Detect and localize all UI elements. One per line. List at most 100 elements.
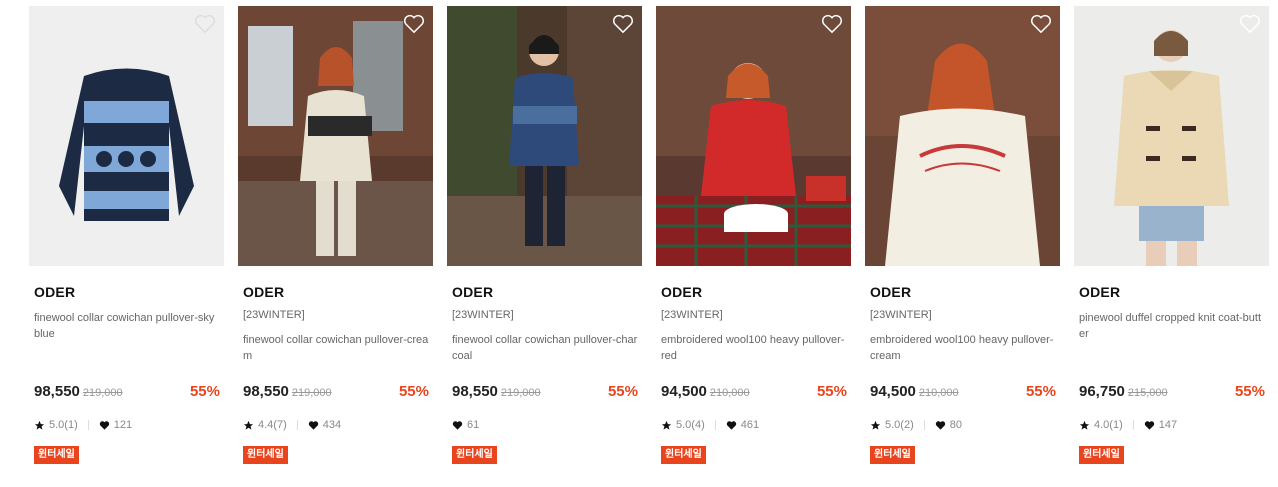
review-meta: 4.4(7) 434 <box>243 418 341 432</box>
product-image[interactable] <box>447 6 642 266</box>
meta-divider <box>87 420 89 430</box>
product-name[interactable]: finewool collar cowichan pullover-cream <box>243 332 429 364</box>
heart-filled-icon <box>452 420 463 430</box>
review-meta: 4.0(1) 147 <box>1079 418 1177 432</box>
review-meta: 61 <box>452 418 479 432</box>
product-name[interactable]: embroidered wool100 heavy pullover-cream <box>870 332 1056 364</box>
heart-filled-icon <box>726 420 736 430</box>
season-tag: [23WINTER] <box>243 309 305 321</box>
brand-name[interactable]: ODER <box>34 284 224 301</box>
sale-price: 98,550 <box>243 383 289 400</box>
star-icon <box>243 420 254 430</box>
product-card[interactable]: ODER [23WINTER] embroidered wool100 heav… <box>656 6 851 464</box>
heart-filled-icon <box>935 420 945 430</box>
discount-rate: 55% <box>816 383 847 400</box>
product-name[interactable]: embroidered wool100 heavy pullover-red <box>661 332 847 364</box>
star-icon <box>34 420 45 430</box>
sale-price: 94,500 <box>661 383 707 400</box>
rating-value: 5.0(2) <box>885 419 914 431</box>
sale-price: 98,550 <box>452 383 498 400</box>
product-photo <box>447 6 642 266</box>
heart-filled-icon <box>1144 420 1154 430</box>
meta-divider <box>923 420 925 430</box>
like-count: 434 <box>322 419 342 431</box>
sale-badge: 윈터세일 <box>34 446 79 464</box>
star-icon <box>1079 420 1090 430</box>
like-count: 461 <box>740 419 760 431</box>
discount-rate: 55% <box>189 383 220 400</box>
product-card[interactable]: ODER finewool collar cowichan pullover-s… <box>29 6 224 464</box>
wishlist-heart-icon[interactable] <box>1239 14 1261 34</box>
product-image[interactable] <box>29 6 224 266</box>
like-count: 80 <box>949 419 962 431</box>
product-image[interactable] <box>1074 6 1269 266</box>
meta-divider <box>714 420 716 430</box>
discount-rate: 55% <box>398 383 429 400</box>
sale-badge: 윈터세일 <box>1079 446 1124 464</box>
original-price: 219,000 <box>82 387 123 399</box>
product-photo <box>29 6 224 266</box>
product-name[interactable]: finewool collar cowichan pullover-charco… <box>452 332 638 364</box>
like-count: 121 <box>113 419 133 431</box>
like-count: 147 <box>1158 419 1178 431</box>
product-image[interactable] <box>238 6 433 266</box>
brand-name[interactable]: ODER <box>661 284 851 301</box>
sale-badge: 윈터세일 <box>243 446 288 464</box>
price-row: 94,500 210,000 55% <box>661 383 847 400</box>
price-row: 98,550 219,000 55% <box>452 383 638 400</box>
price-row: 98,550 219,000 55% <box>243 383 429 400</box>
product-name[interactable]: finewool collar cowichan pullover-sky bl… <box>34 310 220 342</box>
star-icon <box>661 420 672 430</box>
product-photo <box>656 6 851 266</box>
product-image[interactable] <box>656 6 851 266</box>
like-count: 61 <box>467 419 480 431</box>
discount-rate: 55% <box>1025 383 1056 400</box>
product-photo <box>865 6 1060 266</box>
brand-name[interactable]: ODER <box>243 284 433 301</box>
review-meta: 5.0(1) 121 <box>34 418 132 432</box>
sale-badge: 윈터세일 <box>870 446 915 464</box>
wishlist-heart-icon[interactable] <box>1030 14 1052 34</box>
price-row: 98,550 219,000 55% <box>34 383 220 400</box>
review-meta: 5.0(4) 461 <box>661 418 759 432</box>
product-card[interactable]: ODER pinewool duffel cropped knit coat-b… <box>1074 6 1269 464</box>
heart-filled-icon <box>99 420 109 430</box>
brand-name[interactable]: ODER <box>452 284 642 301</box>
sale-price: 94,500 <box>870 383 916 400</box>
price-row: 94,500 210,000 55% <box>870 383 1056 400</box>
meta-divider <box>1132 420 1134 430</box>
sale-price: 96,750 <box>1079 383 1125 400</box>
product-image[interactable] <box>865 6 1060 266</box>
price-row: 96,750 215,000 55% <box>1079 383 1265 400</box>
product-photo <box>238 6 433 266</box>
original-price: 210,000 <box>709 387 750 399</box>
season-tag: [23WINTER] <box>870 309 932 321</box>
product-name[interactable]: pinewool duffel cropped knit coat-butter <box>1079 310 1265 342</box>
rating-value: 4.4(7) <box>258 419 287 431</box>
heart-filled-icon <box>308 420 318 430</box>
wishlist-heart-icon[interactable] <box>821 14 843 34</box>
season-tag: [23WINTER] <box>452 309 514 321</box>
product-card[interactable]: ODER [23WINTER] finewool collar cowichan… <box>238 6 433 464</box>
discount-rate: 55% <box>607 383 638 400</box>
original-price: 219,000 <box>500 387 541 399</box>
sale-price: 98,550 <box>34 383 80 400</box>
original-price: 210,000 <box>918 387 959 399</box>
rating-value: 5.0(1) <box>49 419 78 431</box>
meta-divider <box>296 420 298 430</box>
wishlist-heart-icon[interactable] <box>194 14 216 34</box>
brand-name[interactable]: ODER <box>870 284 1060 301</box>
season-tag: [23WINTER] <box>661 309 723 321</box>
rating-value: 5.0(4) <box>676 419 705 431</box>
brand-name[interactable]: ODER <box>1079 284 1269 301</box>
star-icon <box>870 420 881 430</box>
product-grid: ODER finewool collar cowichan pullover-s… <box>29 6 1269 464</box>
product-card[interactable]: ODER [23WINTER] embroidered wool100 heav… <box>865 6 1060 464</box>
original-price: 215,000 <box>1127 387 1168 399</box>
wishlist-heart-icon[interactable] <box>403 14 425 34</box>
original-price: 219,000 <box>291 387 332 399</box>
product-card[interactable]: ODER [23WINTER] finewool collar cowichan… <box>447 6 642 464</box>
wishlist-heart-icon[interactable] <box>612 14 634 34</box>
product-photo <box>1074 6 1269 266</box>
discount-rate: 55% <box>1234 383 1265 400</box>
